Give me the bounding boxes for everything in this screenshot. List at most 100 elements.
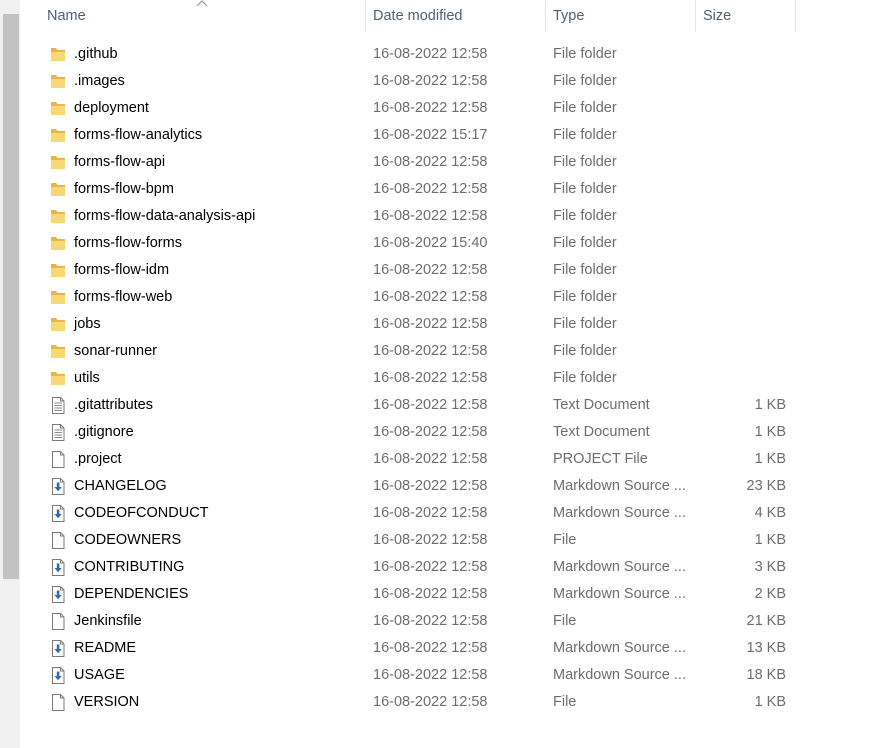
file-date-modified: 16-08-2022 12:58 <box>373 451 488 467</box>
file-row[interactable]: .gitignore 16-08-2022 12:58 Text Document 1… <box>20 419 891 446</box>
file-date-modified: 16-08-2022 12:58 <box>373 154 488 170</box>
file-icon <box>50 451 66 468</box>
file-row[interactable]: jobs 16-08-2022 12:58 File folder <box>20 311 891 338</box>
file-date-modified: 16-08-2022 12:58 <box>373 478 488 494</box>
file-date-modified: 16-08-2022 12:58 <box>373 586 488 602</box>
file-type: Markdown Source ... <box>553 640 686 656</box>
file-name: USAGE <box>74 667 125 683</box>
text-document-icon <box>50 397 66 414</box>
column-header-type[interactable]: Type <box>553 0 584 32</box>
file-size <box>710 230 786 257</box>
folder-icon <box>50 343 66 360</box>
file-size <box>710 311 786 338</box>
file-row[interactable]: CHANGELOG 16-08-2022 12:58 Markdown Source… <box>20 473 891 500</box>
column-header-date-modified[interactable]: Date modified <box>373 0 462 32</box>
folder-icon <box>50 73 66 90</box>
file-row[interactable]: .images 16-08-2022 12:58 File folder <box>20 68 891 95</box>
file-size: 18 KB <box>746 667 787 683</box>
file-size: 1 KB <box>754 451 786 467</box>
file-name: forms-flow-data-analysis-api <box>74 208 256 224</box>
file-date-modified: 16-08-2022 12:58 <box>373 46 488 62</box>
file-size <box>710 203 786 230</box>
file-size <box>710 176 786 203</box>
file-date-modified: 16-08-2022 12:58 <box>373 640 488 656</box>
file-row[interactable]: README 16-08-2022 12:58 Markdown Source ..… <box>20 635 891 662</box>
column-divider[interactable] <box>695 0 696 32</box>
markdown-file-icon <box>50 586 66 603</box>
file-row[interactable]: .github 16-08-2022 12:58 File folder <box>20 41 891 68</box>
scrollbar-thumb[interactable] <box>3 14 19 579</box>
file-name: forms-flow-api <box>74 154 166 170</box>
file-row[interactable]: forms-flow-idm 16-08-2022 12:58 File folde… <box>20 257 891 284</box>
file-size: 2 KB <box>754 586 786 602</box>
file-row[interactable]: sonar-runner 16-08-2022 12:58 File folder <box>20 338 891 365</box>
file-row[interactable]: forms-flow-api 16-08-2022 12:58 File folde… <box>20 149 891 176</box>
file-icon <box>50 613 66 630</box>
file-type: Markdown Source ... <box>553 478 686 494</box>
file-date-modified: 16-08-2022 12:58 <box>373 73 488 89</box>
sort-ascending-icon <box>196 0 208 7</box>
file-type: Text Document <box>553 397 650 413</box>
column-header-size[interactable]: Size <box>703 0 731 32</box>
text-document-icon <box>50 424 66 441</box>
file-row[interactable]: USAGE 16-08-2022 12:58 Markdown Source ...… <box>20 662 891 689</box>
file-size <box>710 122 786 149</box>
file-row[interactable]: VERSION 16-08-2022 12:58 File 1 KB <box>20 689 891 716</box>
file-type: File folder <box>553 289 617 305</box>
file-row[interactable]: forms-flow-bpm 16-08-2022 12:58 File folde… <box>20 176 891 203</box>
file-size <box>710 257 786 284</box>
file-type: File folder <box>553 262 617 278</box>
file-row[interactable]: forms-flow-forms 16-08-2022 15:40 File fol… <box>20 230 891 257</box>
file-icon <box>50 532 66 549</box>
folder-icon <box>50 235 66 252</box>
file-size <box>710 284 786 311</box>
file-row[interactable]: forms-flow-web 16-08-2022 12:58 File folde… <box>20 284 891 311</box>
file-type: File folder <box>553 235 617 251</box>
file-row[interactable]: Jenkinsfile 16-08-2022 12:58 File 21 KB <box>20 608 891 635</box>
file-date-modified: 16-08-2022 12:58 <box>373 370 488 386</box>
file-size <box>710 149 786 176</box>
file-name: Jenkinsfile <box>74 613 142 629</box>
vertical-scrollbar[interactable] <box>0 0 20 748</box>
file-row[interactable]: CODEOFCONDUCT 16-08-2022 12:58 Markdown So… <box>20 500 891 527</box>
column-divider[interactable] <box>365 0 366 32</box>
file-date-modified: 16-08-2022 12:58 <box>373 613 488 629</box>
file-size: 4 KB <box>754 505 786 521</box>
file-type: Markdown Source ... <box>553 559 686 575</box>
file-row[interactable]: deployment 16-08-2022 12:58 File folder <box>20 95 891 122</box>
file-name: .gitignore <box>74 424 134 440</box>
file-row[interactable]: forms-flow-analytics 16-08-2022 15:17 File… <box>20 122 891 149</box>
file-name: forms-flow-analytics <box>74 127 203 143</box>
file-name: CODEOFCONDUCT <box>74 505 209 521</box>
file-size <box>710 365 786 392</box>
file-name: .github <box>74 46 118 62</box>
file-row[interactable]: CONTRIBUTING 16-08-2022 12:58 Markdown Sou… <box>20 554 891 581</box>
file-row[interactable]: .project 16-08-2022 12:58 PROJECT File 1 KB <box>20 446 891 473</box>
file-date-modified: 16-08-2022 12:58 <box>373 343 488 359</box>
file-type: File folder <box>553 73 617 89</box>
file-name: utils <box>74 370 100 386</box>
folder-icon <box>50 100 66 117</box>
file-type: File folder <box>553 46 617 62</box>
file-name: forms-flow-bpm <box>74 181 174 197</box>
file-row[interactable]: CODEOWNERS 16-08-2022 12:58 File 1 KB <box>20 527 891 554</box>
file-row[interactable]: .gitattributes 16-08-2022 12:58 Text Docum… <box>20 392 891 419</box>
file-size: 1 KB <box>754 694 786 710</box>
column-header-name[interactable]: Name <box>47 0 86 32</box>
file-size: 3 KB <box>754 559 786 575</box>
file-date-modified: 16-08-2022 12:58 <box>373 100 488 116</box>
file-name: CODEOWNERS <box>74 532 182 548</box>
file-type: PROJECT File <box>553 451 648 467</box>
column-divider[interactable] <box>795 0 796 32</box>
file-row[interactable]: utils 16-08-2022 12:58 File folder <box>20 365 891 392</box>
markdown-file-icon <box>50 505 66 522</box>
file-size: 21 KB <box>746 613 787 629</box>
column-divider[interactable] <box>545 0 546 32</box>
file-type: File folder <box>553 100 617 116</box>
file-type: File folder <box>553 370 617 386</box>
file-row[interactable]: forms-flow-data-analysis-api 16-08-2022 1… <box>20 203 891 230</box>
file-type: File folder <box>553 127 617 143</box>
file-date-modified: 16-08-2022 12:58 <box>373 559 488 575</box>
file-name: VERSION <box>74 694 140 710</box>
file-row[interactable]: DEPENDENCIES 16-08-2022 12:58 Markdown Sou… <box>20 581 891 608</box>
